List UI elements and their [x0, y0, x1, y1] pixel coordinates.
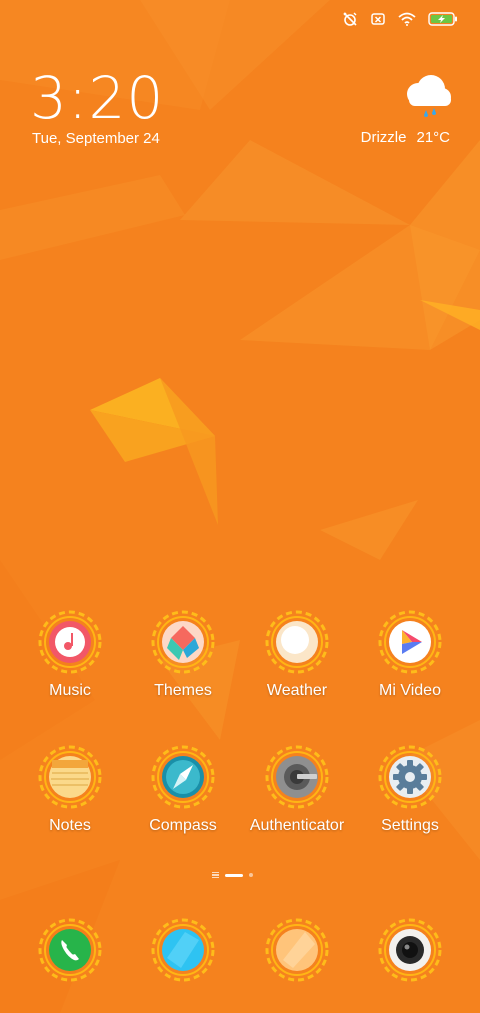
- dock-browser[interactable]: [241, 918, 353, 988]
- app-label: Weather: [266, 682, 328, 699]
- no-sim-icon: [371, 13, 385, 25]
- status-bar: [0, 0, 480, 40]
- app-label: Compass: [149, 817, 217, 834]
- page-indicator[interactable]: [212, 872, 253, 878]
- weather-info[interactable]: Drizzle 21°C: [361, 129, 450, 146]
- weather-icon: [265, 610, 329, 674]
- page-menu-icon[interactable]: [212, 872, 219, 878]
- dock-camera[interactable]: [354, 918, 466, 988]
- app-label: Mi Video: [379, 682, 441, 699]
- authenticator-icon: [265, 745, 329, 809]
- phone-icon: [38, 918, 102, 982]
- app-label: Settings: [381, 817, 439, 834]
- settings-icon: [378, 745, 442, 809]
- app-label: Notes: [49, 817, 91, 834]
- battery-charging-icon: [428, 12, 457, 26]
- wallpaper: [0, 0, 480, 1013]
- dock-messaging[interactable]: [127, 918, 239, 988]
- themes-icon: [151, 610, 215, 674]
- page-dot-active[interactable]: [225, 873, 243, 877]
- weather-condition: Drizzle: [360, 129, 407, 146]
- cloud-drizzle-icon[interactable]: [396, 72, 456, 120]
- clock-date[interactable]: Tue, September 24: [32, 130, 160, 147]
- dock-phone[interactable]: [14, 918, 126, 988]
- app-label: Authenticator: [249, 817, 345, 834]
- music-icon: [38, 610, 102, 674]
- clock-time[interactable]: 3:20: [30, 68, 164, 128]
- messaging-icon: [151, 918, 215, 982]
- mi-video-icon: [378, 610, 442, 674]
- weather-temperature: 21°C: [416, 129, 450, 146]
- page-dot[interactable]: [249, 873, 253, 877]
- app-label: Themes: [154, 682, 212, 699]
- compass-icon: [151, 745, 215, 809]
- alarm-off-icon: [343, 12, 357, 26]
- camera-icon: [378, 918, 442, 982]
- wifi-icon: [398, 12, 416, 26]
- app-label: Music: [49, 682, 91, 699]
- browser-icon: [265, 918, 329, 982]
- notes-icon: [38, 745, 102, 809]
